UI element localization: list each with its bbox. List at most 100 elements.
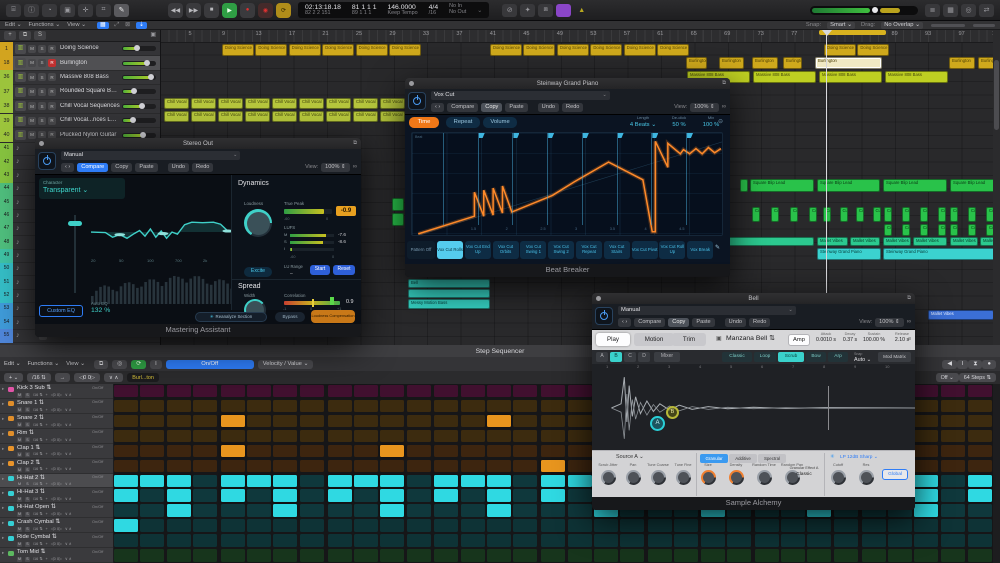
step-cell[interactable] — [594, 549, 618, 561]
power-button[interactable] — [595, 307, 613, 325]
step-cell[interactable] — [247, 430, 271, 442]
step-cell[interactable] — [968, 489, 992, 501]
step-cell[interactable] — [300, 400, 324, 412]
step-cell[interactable] — [300, 460, 324, 472]
step-cell[interactable] — [487, 445, 511, 457]
region-chill-vocal[interactable]: Chill Vocal — [380, 111, 405, 123]
step-cell[interactable] — [513, 415, 537, 427]
row-solo-button[interactable]: S — [25, 542, 30, 547]
region-doing-science[interactable]: Doing Science — [523, 44, 555, 56]
region-mallet-vibes[interactable]: Mallet Vibes — [883, 237, 911, 246]
track-name[interactable]: Doing Science — [58, 45, 120, 52]
region-doing-science[interactable]: Doing Science — [557, 44, 589, 56]
step-cell[interactable] — [568, 400, 592, 412]
step-cell[interactable] — [380, 415, 404, 427]
step-cell[interactable] — [701, 549, 725, 561]
row-name[interactable]: Rim ⇅ — [17, 430, 34, 437]
volume-knob[interactable] — [131, 88, 137, 94]
step-cell[interactable] — [273, 385, 297, 397]
beat-breaker-window[interactable]: Steinway Grand Piano⧉Vox Cut⌄‹ ›CompareC… — [405, 78, 730, 277]
step-cell[interactable] — [541, 415, 565, 427]
chain-icon[interactable]: ∞ — [353, 164, 357, 171]
step-cell[interactable] — [328, 415, 352, 427]
step-cell[interactable] — [407, 534, 431, 546]
disclosure-icon[interactable]: ▸ — [2, 401, 4, 406]
row-solo-button[interactable]: S — [25, 527, 30, 532]
solo-button[interactable]: S — [38, 59, 46, 67]
step-cell[interactable] — [193, 385, 217, 397]
step-cell[interactable] — [328, 445, 352, 457]
row-octave[interactable]: ∨ ∧ — [65, 527, 72, 531]
step-cell[interactable] — [914, 489, 938, 501]
step-cell[interactable] — [914, 400, 938, 412]
step-cell[interactable] — [380, 475, 404, 487]
step-cell[interactable] — [461, 430, 485, 442]
row-rate[interactable]: /16 ⇅ — [33, 467, 43, 471]
bar-ruler[interactable]: 5913172125293337414549535761656973778185… — [160, 30, 993, 43]
region-chill-vocal[interactable]: Chill Vocal — [299, 111, 324, 123]
mastering-assistant-window-titlebar[interactable]: Stereo Out⧉ — [35, 138, 361, 149]
row-mute-button[interactable]: M — [17, 512, 22, 517]
gain-slider-handle[interactable] — [68, 221, 82, 226]
filter-gear-icon[interactable]: ✳ — [830, 454, 835, 460]
step-cell[interactable] — [354, 519, 378, 531]
region[interactable] — [740, 179, 748, 192]
step-cell[interactable] — [862, 519, 886, 531]
step-cell[interactable] — [380, 400, 404, 412]
character-value[interactable]: Transparent ⌄ — [43, 187, 88, 195]
step-cell[interactable] — [434, 400, 458, 412]
step-cell[interactable] — [273, 430, 297, 442]
region-bell[interactable]: Bell — [408, 279, 490, 288]
step-cell[interactable] — [541, 489, 565, 501]
region-burlington[interactable]: Burlington — [949, 57, 975, 69]
inspector-icon[interactable]: ⓘ — [24, 4, 39, 17]
region-doing-science[interactable]: Doing Science — [657, 44, 689, 56]
region-chill-vocal[interactable]: Chill Vocal — [353, 111, 378, 123]
step-cell[interactable] — [487, 519, 511, 531]
loop-icon[interactable]: ⟳ — [131, 360, 146, 369]
solo-button[interactable]: S — [38, 88, 46, 96]
row-add[interactable]: + — [46, 497, 48, 501]
region-cut[interactable]: Cut — [938, 207, 946, 222]
region[interactable] — [392, 213, 404, 226]
alert-icon[interactable]: ▲ — [574, 4, 589, 17]
step-cell[interactable] — [221, 534, 245, 546]
row-solo-button[interactable]: S — [25, 437, 30, 442]
step-cell[interactable] — [914, 430, 938, 442]
row-rate[interactable]: /16 ⇅ — [33, 393, 43, 397]
step-cell[interactable] — [541, 400, 565, 412]
row-rate[interactable]: /16 ⇅ — [33, 438, 43, 442]
row-rate[interactable]: /16 ⇅ — [33, 423, 43, 427]
step-cell[interactable] — [328, 504, 352, 516]
track-row-39[interactable]: 39▥MSRChill Vocal...nces Loop — [0, 114, 160, 128]
step-cell[interactable] — [620, 549, 644, 561]
step-cell[interactable] — [914, 504, 938, 516]
motion-tab-bow[interactable]: Bow — [806, 352, 826, 362]
step-cell[interactable] — [968, 504, 992, 516]
region-cut[interactable]: Cut — [902, 207, 910, 222]
slice-line[interactable] — [582, 133, 583, 225]
row-octave[interactable]: ∨ ∧ — [65, 497, 72, 501]
step-cell[interactable] — [167, 519, 191, 531]
redo-button[interactable]: Redo — [562, 103, 583, 112]
step-cell[interactable] — [781, 519, 805, 531]
step-cell[interactable] — [541, 430, 565, 442]
stop-button[interactable]: ■ — [204, 3, 219, 18]
step-cell[interactable] — [941, 460, 965, 472]
step-cell[interactable] — [968, 534, 992, 546]
step-cell[interactable] — [941, 519, 965, 531]
step-cell[interactable] — [914, 385, 938, 397]
preset-select[interactable]: Vox Cut⌄ — [431, 91, 610, 100]
step-cell[interactable] — [674, 549, 698, 561]
compare-button[interactable]: Compare — [77, 163, 108, 172]
step-cell[interactable] — [513, 519, 537, 531]
view-zoom-select[interactable]: 100% ⇕ — [321, 163, 350, 172]
row-rotate[interactable]: ◁0 0▷ — [51, 527, 62, 531]
row-octave[interactable]: ∨ ∧ — [65, 542, 72, 546]
region-mallet-vibes[interactable]: Mallet Vibes — [817, 237, 848, 246]
region-cut[interactable]: Cut — [752, 207, 760, 222]
flex-icon[interactable]: ⊠ — [125, 22, 130, 28]
step-cell[interactable] — [247, 460, 271, 472]
region-chill-vocal[interactable]: Chill Vocal — [164, 98, 189, 110]
step-cell[interactable] — [914, 445, 938, 457]
